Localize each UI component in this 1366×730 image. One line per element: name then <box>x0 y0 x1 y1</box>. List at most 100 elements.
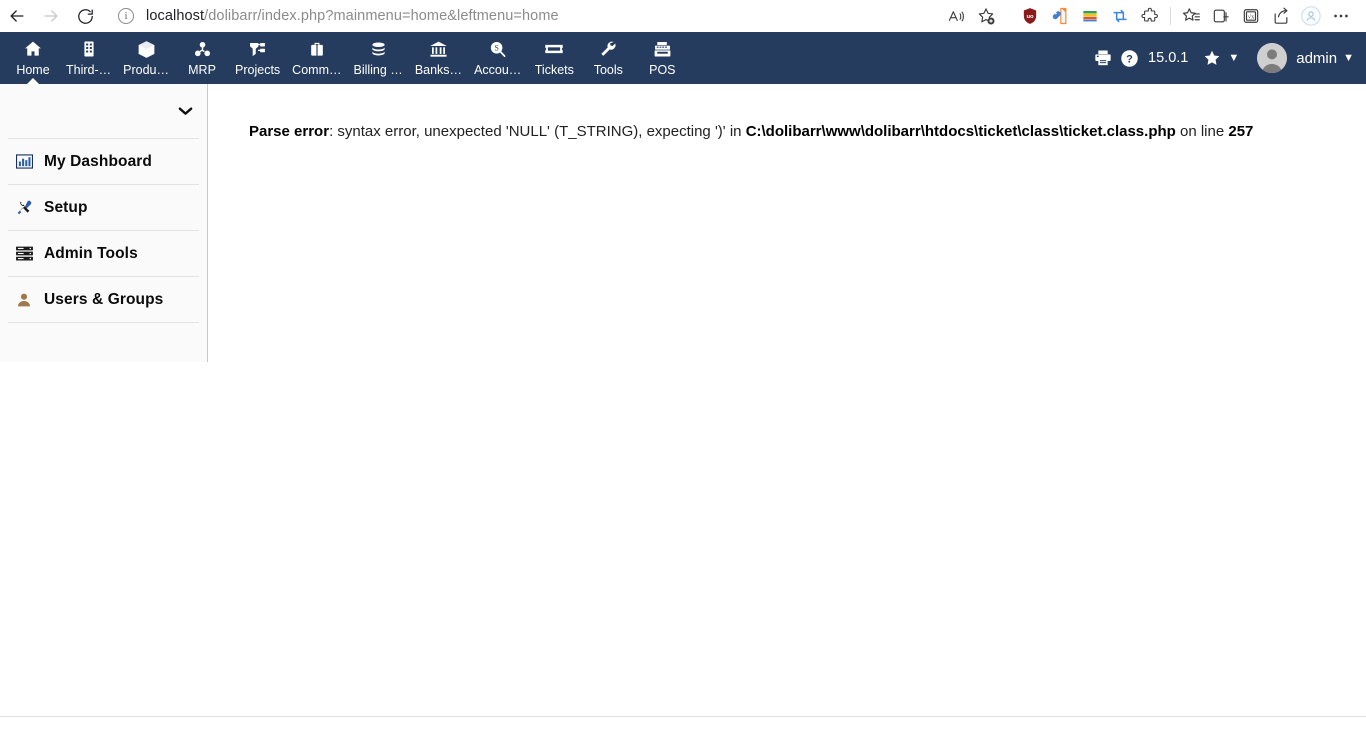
error-message: : syntax error, unexpected 'NULL' (T_STR… <box>329 123 746 140</box>
add-favorite-icon[interactable] <box>971 2 1001 30</box>
sidebar-item-admin-tools[interactable]: Admin Tools <box>0 231 207 276</box>
sidebar-item-label: My Dashboard <box>44 152 152 170</box>
reload-button[interactable] <box>68 2 102 30</box>
menu-label: Billing … <box>353 63 403 77</box>
url-host: localhost <box>146 8 205 24</box>
menu-label: Tickets <box>534 63 574 77</box>
sidebar-item-setup[interactable]: Setup <box>0 185 207 230</box>
sidebar-item-label: Users & Groups <box>44 290 164 308</box>
menu-item-accounting[interactable]: S Accou… <box>468 32 527 77</box>
wrench-icon <box>598 38 618 60</box>
page-bottom-rule <box>0 716 1366 717</box>
php-parse-error-message: Parse error: syntax error, unexpected 'N… <box>209 84 1366 142</box>
sidebar-item-label: Setup <box>44 198 88 216</box>
back-button[interactable] <box>0 2 34 30</box>
home-icon <box>23 38 43 60</box>
user-name-label: admin <box>1296 49 1338 67</box>
project-icon <box>247 38 268 60</box>
menu-item-mrp[interactable]: MRP <box>175 32 229 77</box>
svg-text:√x: √x <box>1248 14 1255 21</box>
extension-colorpick-icon[interactable] <box>1045 2 1075 30</box>
menu-item-tickets[interactable]: Tickets <box>527 32 581 77</box>
ublock-origin-extension-icon[interactable]: uo <box>1015 2 1045 30</box>
svg-text:S: S <box>495 43 499 52</box>
error-line-prefix: on line <box>1175 123 1229 140</box>
settings-and-more-icon[interactable] <box>1326 2 1356 30</box>
error-file-path: C:\dolibarr\www\dolibarr\htdocs\ticket\c… <box>745 123 1176 140</box>
bank-icon <box>428 38 449 60</box>
menu-item-pos[interactable]: POS <box>635 32 689 77</box>
accounting-search-icon: S <box>487 38 508 60</box>
menu-item-projects[interactable]: Projects <box>229 32 286 77</box>
printer-icon[interactable] <box>1090 42 1116 74</box>
browser-toolbar-actions: uo √x <box>941 2 1366 30</box>
menu-label: Projects <box>235 63 281 77</box>
bar-chart-icon <box>14 153 34 171</box>
version-label: 15.0.1 <box>1148 50 1189 66</box>
toolbar-separator <box>1170 7 1171 25</box>
coins-icon <box>368 38 389 60</box>
user-menu[interactable]: admin ▼ <box>1257 43 1354 73</box>
chevron-down-icon <box>178 105 193 118</box>
main-menu-items: Home Third-… Produ… MRP Projects Comm… B… <box>0 32 689 77</box>
ticket-icon <box>543 38 565 60</box>
avatar <box>1257 43 1288 73</box>
menu-label: Third-… <box>66 63 112 77</box>
user-icon <box>14 291 34 309</box>
menu-label: Tools <box>593 63 623 77</box>
browser-essentials-icon[interactable]: √x <box>1236 2 1266 30</box>
extension-stripe-icon[interactable] <box>1075 2 1105 30</box>
menu-item-home[interactable]: Home <box>6 32 60 77</box>
sidebar-item-label: Admin Tools <box>44 244 138 262</box>
svg-text:?: ? <box>1126 53 1133 65</box>
menu-item-products[interactable]: Produ… <box>117 32 175 77</box>
collections-icon[interactable] <box>1206 2 1236 30</box>
extension-sync-icon[interactable] <box>1105 2 1135 30</box>
menu-label: Home <box>16 63 50 77</box>
sidebar-collapse-toggle[interactable] <box>0 84 207 138</box>
menu-item-banks[interactable]: Banks… <box>409 32 468 77</box>
menu-item-tools[interactable]: Tools <box>581 32 635 77</box>
dolibarr-main-menu: Home Third-… Produ… MRP Projects Comm… B… <box>0 32 1366 84</box>
error-prefix: Parse error <box>249 123 330 140</box>
briefcase-icon <box>307 38 327 60</box>
menu-label: POS <box>649 63 676 77</box>
building-icon <box>79 38 99 60</box>
address-bar[interactable]: i localhost/dolibarr/index.php?mainmenu=… <box>110 3 750 29</box>
tools-icon <box>14 199 34 217</box>
menu-item-commercial[interactable]: Comm… <box>286 32 347 77</box>
chevron-down-icon: ▼ <box>1343 52 1354 64</box>
box-icon <box>136 38 157 60</box>
menu-label: Accou… <box>474 63 522 77</box>
sidebar-item-users-groups[interactable]: Users & Groups <box>0 277 207 322</box>
svg-text:uo: uo <box>1026 14 1034 20</box>
share-icon[interactable] <box>1266 2 1296 30</box>
favorites-icon[interactable] <box>1176 2 1206 30</box>
left-sidebar: My Dashboard Setup Admin Tools Users & G… <box>0 84 208 362</box>
address-bar-text: localhost/dolibarr/index.php?mainmenu=ho… <box>146 8 559 24</box>
mrp-icon <box>192 38 213 60</box>
menu-label: Banks… <box>414 63 463 77</box>
error-line-number: 257 <box>1228 123 1254 140</box>
browser-toolbar: i localhost/dolibarr/index.php?mainmenu=… <box>0 0 1366 32</box>
menu-item-billing[interactable]: Billing … <box>347 32 408 77</box>
star-icon <box>1205 50 1220 65</box>
menu-item-thirdparties[interactable]: Third-… <box>60 32 117 77</box>
main-content: Parse error: syntax error, unexpected 'N… <box>209 84 1366 730</box>
cash-register-icon <box>652 38 673 60</box>
divider <box>8 322 199 323</box>
server-icon <box>14 245 34 263</box>
url-path: /dolibarr/index.php?mainmenu=home&leftme… <box>204 8 559 24</box>
chevron-down-icon: ▼ <box>1228 52 1240 64</box>
forward-button[interactable] <box>34 2 68 30</box>
help-icon[interactable]: ? <box>1116 42 1142 74</box>
read-aloud-icon[interactable] <box>941 2 971 30</box>
site-information-icon[interactable]: i <box>118 8 134 24</box>
profile-icon[interactable] <box>1296 2 1326 30</box>
extensions-puzzle-icon[interactable] <box>1135 2 1165 30</box>
menu-label: Produ… <box>123 63 170 77</box>
bookmark-menu[interactable]: ▼ <box>1202 48 1239 68</box>
sidebar-item-my-dashboard[interactable]: My Dashboard <box>0 139 207 184</box>
main-menu-right-actions: ? 15.0.1 ▼ admin ▼ <box>1090 32 1366 84</box>
menu-label: MRP <box>188 63 216 77</box>
